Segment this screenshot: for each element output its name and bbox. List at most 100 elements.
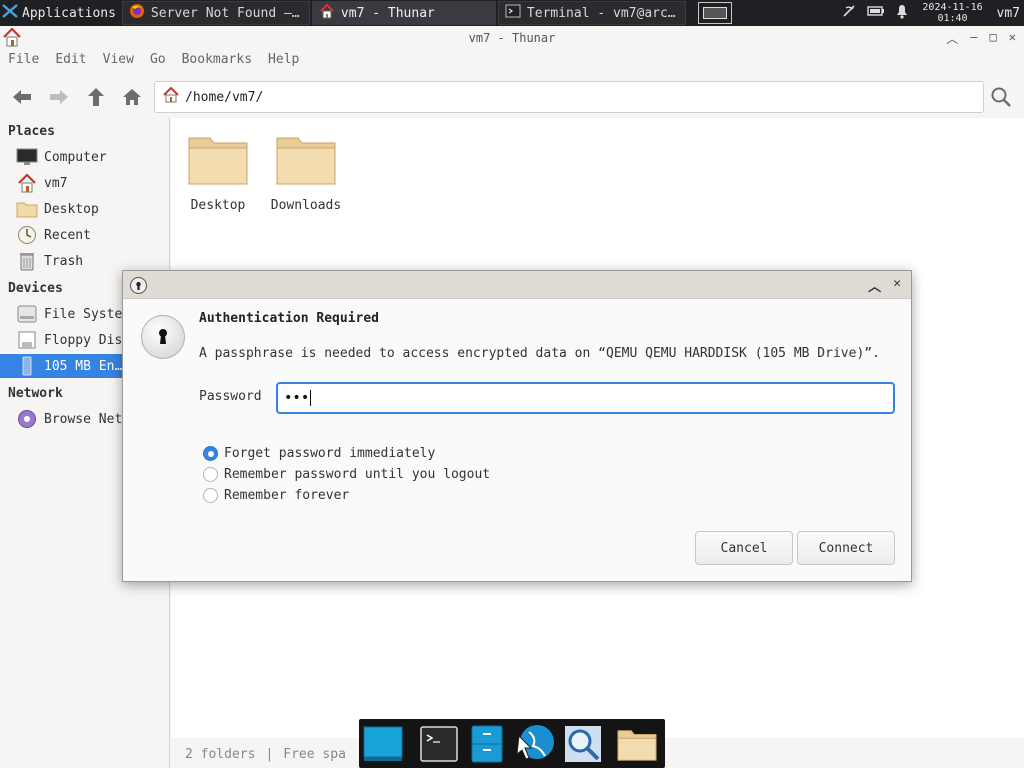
sidebar-item-label: Desktop (44, 201, 99, 217)
dock (359, 719, 665, 768)
home-icon (16, 173, 38, 193)
notification-bell-icon[interactable] (895, 3, 909, 23)
home-button[interactable] (120, 86, 144, 108)
applications-label: Applications (22, 5, 116, 21)
terminal-icon (505, 3, 521, 23)
password-field[interactable]: ••• (276, 382, 895, 414)
up-button[interactable] (84, 86, 108, 108)
workspace-switcher[interactable] (697, 2, 732, 24)
cancel-button[interactable]: Cancel (695, 531, 793, 565)
menubar: File Edit View Go Bookmarks Help (0, 52, 315, 74)
sidebar-item-label: vm7 (44, 175, 68, 191)
radio-forget-immediately[interactable]: Forget password immediately (203, 446, 435, 461)
dock-terminal[interactable] (419, 724, 459, 764)
sidebar-item-label: Floppy Dis (44, 332, 123, 348)
menu-go[interactable]: Go (150, 52, 166, 74)
arrow-right-icon (50, 90, 68, 104)
taskbar-item-firefox[interactable]: Server Not Found —… (121, 1, 310, 25)
battery-icon[interactable] (866, 4, 885, 22)
sidebar-item-desktop[interactable]: Desktop (0, 197, 170, 221)
connect-button[interactable]: Connect (797, 531, 895, 565)
window-close-icon[interactable]: ✕ (1009, 30, 1016, 47)
status-free-space: Free spa (283, 746, 346, 762)
applications-menu-button[interactable]: Applications (0, 0, 120, 26)
folder-icon (276, 137, 336, 185)
menu-view[interactable]: View (103, 52, 134, 74)
radio-button[interactable] (203, 467, 218, 482)
network-icon (16, 409, 38, 429)
panel-clock[interactable]: 2024-11-16 01:40 (919, 2, 987, 24)
sidebar-item-recent[interactable]: Recent (0, 223, 170, 247)
radio-remember-forever[interactable]: Remember forever (203, 488, 349, 503)
location-bar[interactable]: /home/vm7/ (154, 81, 984, 113)
dock-file-manager[interactable] (467, 724, 507, 764)
places-heading: Places (8, 124, 55, 139)
sidebar-item-label: File Syste (44, 306, 123, 322)
back-button[interactable] (10, 86, 34, 108)
dock-home-folder[interactable] (617, 724, 657, 764)
menu-edit[interactable]: Edit (55, 52, 86, 74)
recent-icon (16, 225, 38, 245)
dialog-message: A passphrase is needed to access encrypt… (199, 346, 880, 361)
firefox-icon (129, 3, 145, 23)
network-disconnected-icon[interactable] (841, 3, 857, 23)
sidebar-item-label: Browse Net (44, 411, 123, 427)
forward-button[interactable] (47, 86, 71, 108)
dialog-close-icon[interactable]: ✕ (893, 276, 901, 295)
arrow-left-icon (13, 90, 31, 104)
taskbar-item-terminal[interactable]: Terminal - vm7@arc… (497, 1, 686, 25)
window-home-icon (2, 27, 22, 50)
radio-button-checked[interactable] (203, 446, 218, 461)
network-heading: Network (8, 386, 63, 401)
dialog-heading: Authentication Required (199, 311, 380, 326)
trash-icon (16, 251, 38, 271)
clock-date: 2024-11-16 (922, 2, 983, 13)
search-icon (991, 87, 1011, 107)
menu-bookmarks[interactable]: Bookmarks (182, 52, 252, 74)
sidebar-item-computer[interactable]: Computer (0, 145, 170, 169)
top-panel: Applications Server Not Found —… vm7 - T… (0, 0, 1024, 26)
globe-icon (516, 725, 554, 760)
arrow-up-icon (88, 88, 104, 106)
menu-file[interactable]: File (8, 52, 39, 74)
desktop-icon (363, 726, 403, 761)
window-maximize-icon[interactable]: □ (990, 30, 997, 47)
clock-time: 01:40 (937, 13, 968, 24)
dock-web-browser[interactable] (515, 724, 555, 764)
window-minimize-icon[interactable]: — (970, 30, 977, 47)
radio-remember-until-logout[interactable]: Remember password until you logout (203, 467, 490, 482)
window-title: vm7 - Thunar (468, 31, 556, 45)
folder-item-desktop[interactable]: Desktop (178, 132, 258, 213)
folder-icon (16, 199, 38, 219)
usb-drive-icon (16, 356, 38, 376)
password-lock-icon (141, 315, 185, 359)
taskbar-item-label: Server Not Found —… (150, 5, 300, 21)
menu-help[interactable]: Help (268, 52, 299, 74)
computer-icon (16, 147, 38, 167)
status-separator: | (265, 746, 274, 762)
dock-show-desktop[interactable] (363, 724, 403, 764)
xfce-logo-icon (2, 3, 18, 23)
dialog-titlebar[interactable]: ︿ ✕ (123, 271, 911, 299)
status-count: 2 folders (185, 746, 256, 762)
user-label[interactable]: vm7 (997, 6, 1020, 21)
file-cabinet-icon (471, 725, 503, 763)
radio-label: Remember forever (224, 488, 350, 503)
dock-search[interactable] (563, 724, 603, 764)
authentication-dialog: ︿ ✕ Authentication Required A passphrase… (122, 270, 912, 582)
sidebar-item-label: 105 MB En… (44, 358, 123, 374)
password-label: Password (199, 389, 262, 404)
search-button[interactable] (990, 86, 1012, 112)
radio-button[interactable] (203, 488, 218, 503)
dialog-shade-icon[interactable]: ︿ (868, 276, 881, 295)
magnifier-icon (565, 726, 601, 762)
taskbar-item-thunar[interactable]: vm7 - Thunar (311, 1, 496, 25)
password-value: ••• (284, 390, 310, 406)
sidebar-item-vm7[interactable]: vm7 (0, 171, 170, 195)
radio-label: Remember password until you logout (224, 467, 491, 482)
window-shade-icon[interactable]: ︿ (946, 30, 958, 47)
window-titlebar[interactable]: vm7 - Thunar ︿ — □ ✕ (0, 26, 1024, 50)
folder-item-downloads[interactable]: Downloads (266, 132, 346, 213)
location-path: /home/vm7/ (185, 89, 264, 105)
floppy-icon (16, 330, 38, 350)
